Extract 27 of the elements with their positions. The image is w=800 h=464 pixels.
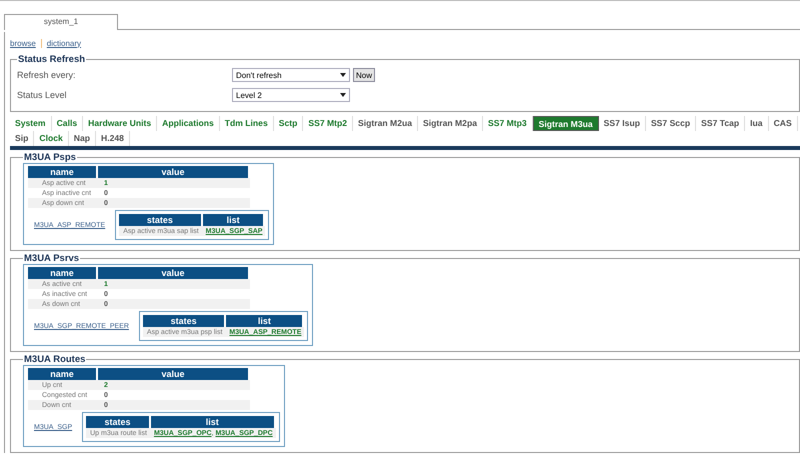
column-header: value (98, 166, 250, 178)
dropdown-arrow-icon (340, 73, 346, 77)
column-header: states (86, 416, 151, 428)
section-title: M3UA Psrvs (23, 253, 80, 264)
column-header: list (202, 214, 266, 226)
column-header: value (98, 267, 250, 279)
nav-link[interactable]: browse (10, 38, 36, 48)
dropdown[interactable]: Level 2 (232, 88, 350, 102)
column-header: states (142, 315, 226, 327)
column-header: name (28, 368, 98, 380)
column-header: name (28, 166, 98, 178)
column-header: name (28, 267, 98, 279)
tab[interactable]: Sigtran M3ua (532, 116, 599, 131)
window-tab[interactable]: system_1 (4, 14, 118, 30)
column-header: value (98, 368, 250, 380)
column-header: list (226, 315, 304, 327)
dropdown-arrow-icon (340, 93, 346, 97)
column-header: list (150, 416, 276, 428)
column-header: states (119, 214, 203, 226)
section-title: M3UA Psps (23, 152, 77, 163)
section-title: M3UA Routes (23, 354, 86, 365)
nav-link[interactable]: dictionary (46, 38, 82, 48)
field-label: Status Level (17, 90, 68, 100)
now-button[interactable]: Now (353, 68, 376, 82)
field-label: Refresh every: (17, 70, 77, 80)
dropdown[interactable]: Don't refresh (232, 68, 350, 82)
section-title: Status Refresh (17, 54, 86, 65)
